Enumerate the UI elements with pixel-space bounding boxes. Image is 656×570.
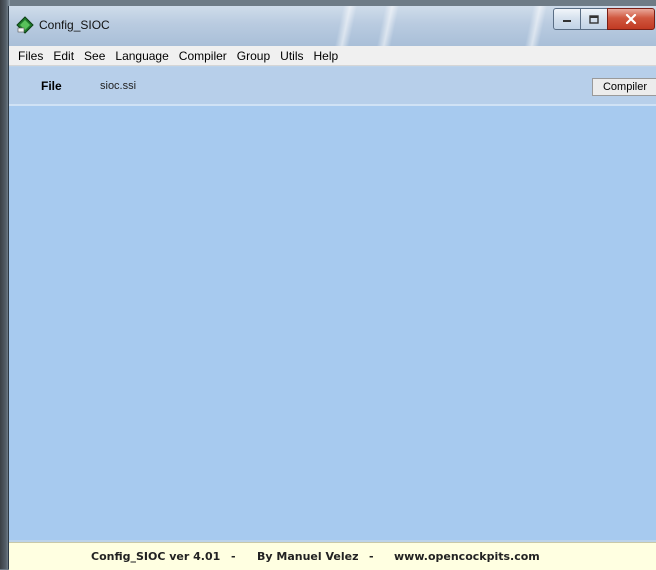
caption-buttons — [553, 8, 655, 30]
menu-group[interactable]: Group — [232, 46, 275, 66]
status-version: Config_SIOC ver 4.01 — [91, 550, 221, 563]
close-button[interactable] — [607, 8, 655, 30]
menu-files[interactable]: Files — [13, 46, 48, 66]
status-separator: - — [369, 550, 374, 563]
maximize-button[interactable] — [580, 8, 608, 30]
status-separator: - — [231, 550, 236, 563]
file-label: File — [41, 79, 62, 93]
green-diamond-app-icon[interactable] — [16, 16, 34, 34]
status-author: By Manuel Velez — [257, 550, 359, 563]
minimize-button[interactable] — [553, 8, 581, 30]
script-editor-area[interactable] — [9, 104, 656, 540]
maximize-icon — [589, 14, 599, 24]
menu-edit[interactable]: Edit — [48, 46, 79, 66]
menu-language[interactable]: Language — [110, 46, 173, 66]
minimize-icon — [563, 20, 571, 22]
menu-help[interactable]: Help — [309, 46, 344, 66]
status-website: www.opencockpits.com — [394, 550, 540, 563]
menu-see[interactable]: See — [79, 46, 110, 66]
menu-compiler[interactable]: Compiler — [174, 46, 232, 66]
file-toolbar: File sioc.ssi Compiler — [9, 67, 656, 104]
glass-reflection — [524, 6, 548, 46]
file-name: sioc.ssi — [100, 80, 137, 92]
status-bar: Config_SIOC ver 4.01 - By Manuel Velez -… — [9, 542, 656, 570]
menu-bar: Files Edit See Language Compiler Group U… — [9, 46, 656, 66]
title-bar[interactable]: Config_SIOC — [9, 6, 656, 46]
glass-reflection — [376, 6, 400, 46]
window-title: Config_SIOC — [39, 18, 110, 32]
menu-utils[interactable]: Utils — [275, 46, 308, 66]
compiler-button[interactable]: Compiler — [592, 78, 656, 96]
app-window: Config_SIOC Files Edit See Language Comp… — [8, 6, 656, 570]
glass-reflection — [334, 6, 358, 46]
close-icon — [625, 14, 637, 24]
